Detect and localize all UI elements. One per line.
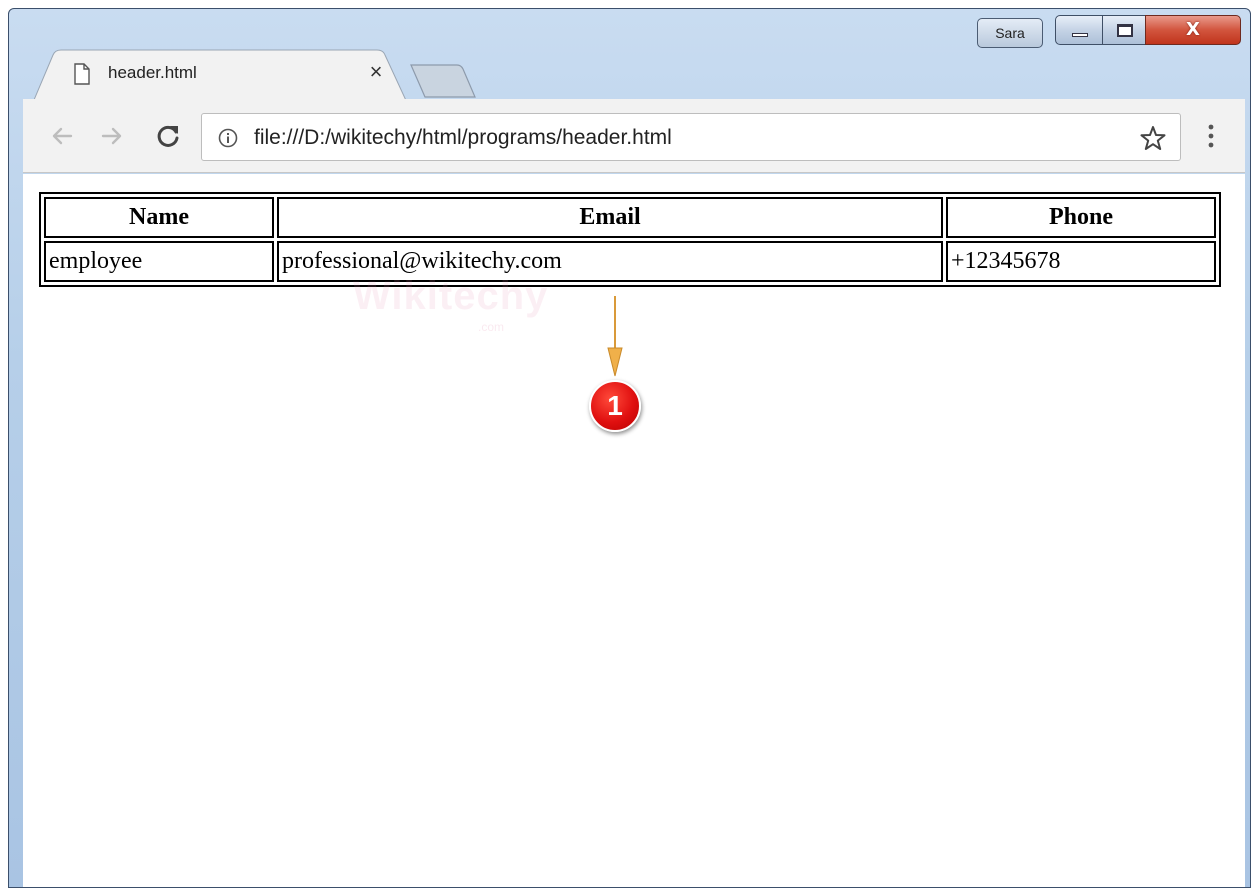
maximize-icon — [1117, 24, 1133, 37]
cell-phone: +12345678 — [946, 241, 1216, 282]
browser-toolbar: file:///D:/wikitechy/html/programs/heade… — [23, 99, 1245, 173]
address-bar[interactable]: file:///D:/wikitechy/html/programs/heade… — [201, 113, 1181, 161]
profile-badge[interactable]: Sara — [977, 18, 1043, 48]
maximize-button[interactable] — [1102, 15, 1146, 45]
menu-kebab-icon[interactable] — [1201, 123, 1221, 151]
callout-badge: 1 — [589, 380, 641, 432]
close-window-button[interactable]: X — [1145, 15, 1241, 45]
minimize-button[interactable] — [1055, 15, 1103, 45]
table-row: employee professional@wikitechy.com +123… — [44, 241, 1216, 282]
star-icon[interactable] — [1140, 125, 1166, 151]
watermark-logo: Wikitechy — [353, 274, 549, 318]
watermark-subtext: .com — [478, 320, 505, 334]
forward-arrow-icon[interactable] — [97, 121, 127, 151]
tab-title: header.html — [108, 63, 197, 82]
browser-window: header.html × Sara X file:///D:/wikitech… — [8, 8, 1251, 888]
back-arrow-icon[interactable] — [47, 121, 77, 151]
cell-name: employee — [44, 241, 274, 282]
column-header-name: Name — [44, 197, 274, 238]
page-icon — [74, 63, 90, 85]
reload-icon[interactable] — [153, 121, 183, 151]
minimize-icon — [1072, 33, 1088, 37]
annotation-arrow — [607, 296, 623, 377]
page-viewport: Name Email Phone employee professional@w… — [23, 174, 1245, 887]
close-icon[interactable]: × — [363, 59, 389, 85]
close-window-icon: X — [1186, 19, 1200, 40]
column-header-phone: Phone — [946, 197, 1216, 238]
window-controls: X — [1055, 15, 1245, 49]
new-tab-button[interactable] — [409, 63, 477, 99]
title-bar: header.html × Sara X — [9, 9, 1250, 107]
table-header-row: Name Email Phone — [44, 197, 1216, 238]
column-header-email: Email — [277, 197, 943, 238]
url-text: file:///D:/wikitechy/html/programs/heade… — [254, 126, 672, 149]
info-icon[interactable] — [218, 128, 238, 148]
contact-table: Name Email Phone employee professional@w… — [39, 192, 1221, 287]
